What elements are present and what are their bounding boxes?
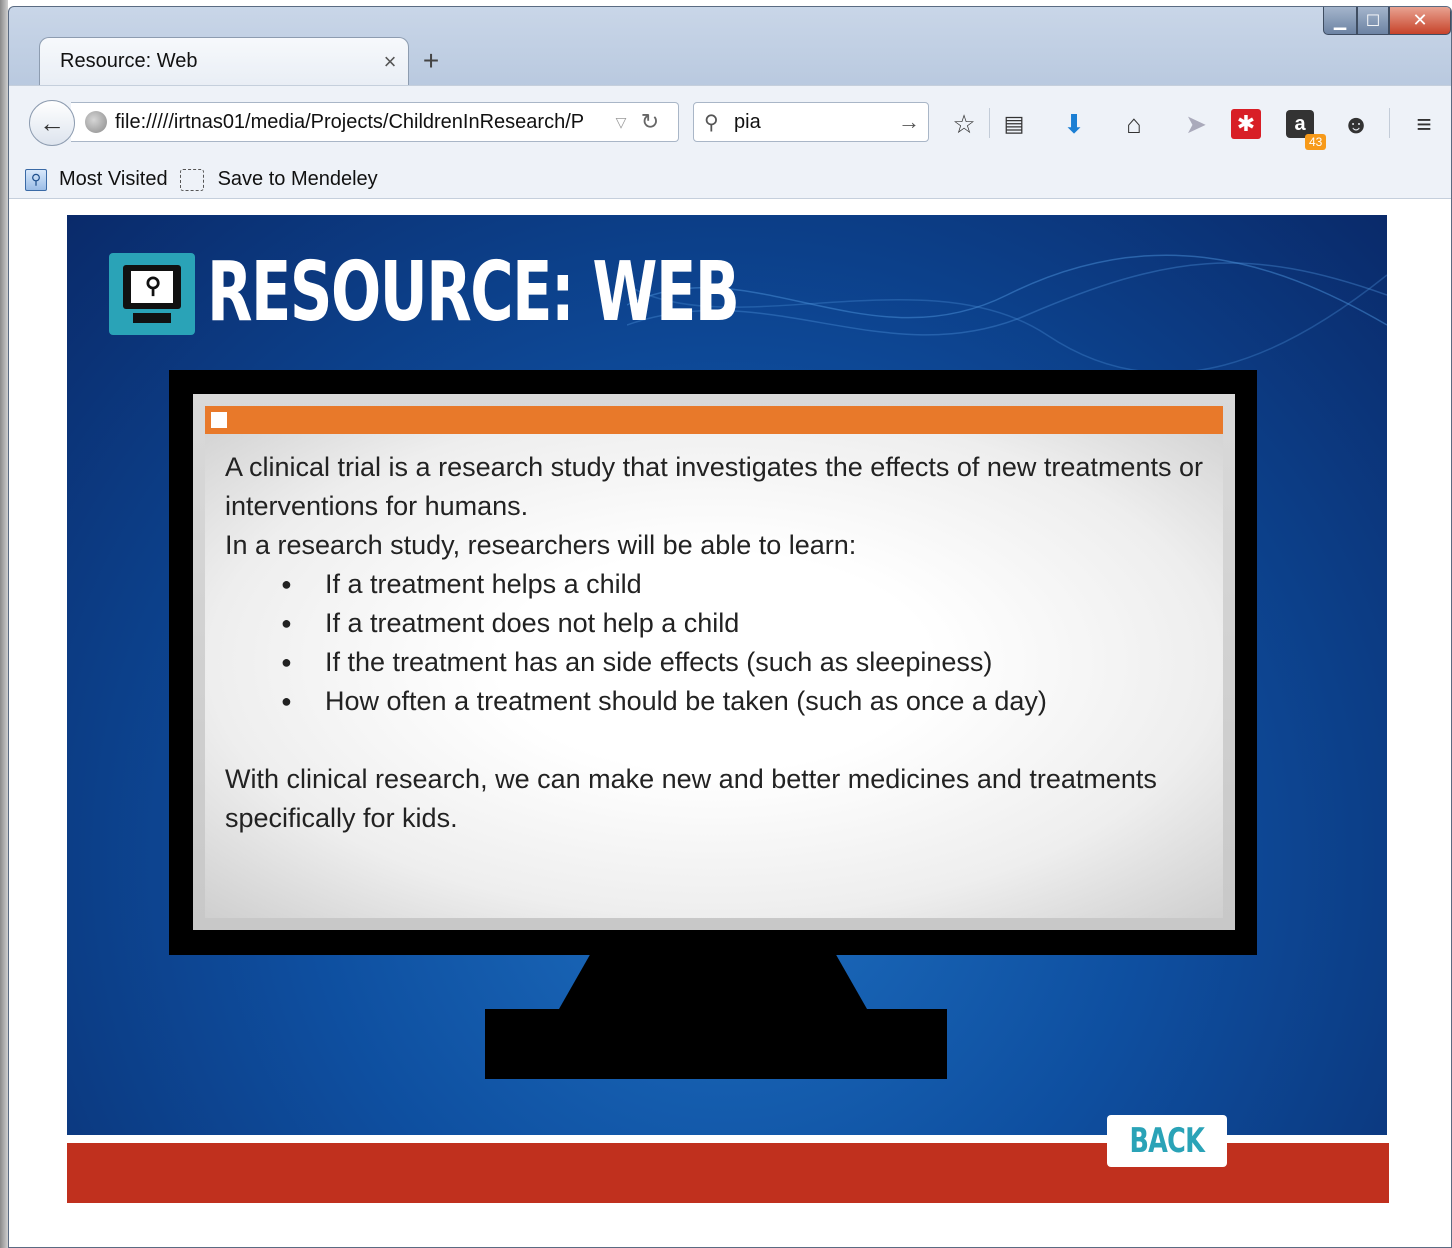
- search-input[interactable]: [734, 110, 894, 134]
- bookmark-icon: ⚲: [25, 168, 47, 191]
- back-button-label: BACK: [1129, 1121, 1205, 1161]
- url-bar[interactable]: file://///irtnas01/media/Projects/Childr…: [71, 102, 679, 142]
- bookmark-save-to-mendeley[interactable]: Save to Mendeley: [218, 168, 378, 191]
- list-item: If a treatment does not help a child: [281, 604, 1203, 643]
- monitor-neck: [559, 955, 867, 1009]
- addon-red-icon[interactable]: ✱: [1229, 108, 1263, 140]
- bookmark-most-visited[interactable]: Most Visited: [59, 168, 168, 191]
- monitor-screen: A clinical trial is a research study tha…: [193, 394, 1235, 930]
- reload-icon[interactable]: ↻: [635, 109, 665, 135]
- list-item: If the treatment has an side effects (su…: [281, 643, 1203, 682]
- new-tab-button[interactable]: +: [417, 45, 445, 77]
- learn-list: If a treatment helps a child If a treatm…: [225, 565, 1203, 721]
- go-arrow-icon[interactable]: →: [894, 109, 924, 135]
- monitor-base: [485, 1009, 947, 1079]
- minimize-button[interactable]: ▁: [1323, 7, 1357, 35]
- monitor-search-icon: ⚲: [109, 253, 195, 335]
- reading-list-icon[interactable]: ▤: [997, 108, 1031, 140]
- menu-icon[interactable]: ≡: [1407, 108, 1441, 140]
- browser-window: ▁ ☐ ✕ Resource: Web × + file://///irtnas…: [8, 6, 1452, 1248]
- bookmarks-toolbar: ⚲ Most Visited Save to Mendeley: [9, 161, 1451, 199]
- paragraph-intro: A clinical trial is a research study tha…: [225, 452, 1203, 521]
- amazon-badge: 43: [1305, 134, 1327, 150]
- globe-icon: [85, 111, 107, 133]
- screen-text: A clinical trial is a research study tha…: [225, 448, 1203, 838]
- search-bar[interactable]: ⚲ →: [693, 102, 929, 142]
- chat-icon[interactable]: ☻: [1339, 108, 1373, 140]
- decorative-waves: [627, 254, 1387, 374]
- list-item: If a treatment helps a child: [281, 565, 1203, 604]
- search-icon: ⚲: [704, 111, 719, 134]
- download-icon[interactable]: ⬇: [1057, 108, 1091, 140]
- paragraph-learn: In a research study, researchers will be…: [225, 530, 857, 560]
- close-window-button[interactable]: ✕: [1389, 7, 1451, 35]
- dropdown-icon[interactable]: ▽: [607, 114, 635, 131]
- page-viewport: ⚲ RESOURCE: WEB A clinical trial is a re…: [9, 199, 1451, 1247]
- paragraph-conclusion: With clinical research, we can make new …: [225, 764, 1157, 833]
- toolbar-divider-2: [1389, 108, 1390, 138]
- tab-close-icon[interactable]: ×: [372, 49, 408, 75]
- browser-tab[interactable]: Resource: Web ×: [39, 37, 409, 85]
- placeholder-icon: [179, 168, 204, 191]
- screen-header-bar: [205, 406, 1223, 434]
- url-text[interactable]: file://///irtnas01/media/Projects/Childr…: [115, 111, 607, 134]
- monitor-frame: A clinical trial is a research study tha…: [169, 370, 1257, 955]
- back-arrow-icon[interactable]: ←: [29, 100, 75, 146]
- slide-title: RESOURCE: WEB: [207, 245, 740, 340]
- star-icon[interactable]: ☆: [947, 108, 981, 140]
- send-icon[interactable]: ➤: [1179, 108, 1213, 140]
- navigation-toolbar: file://///irtnas01/media/Projects/Childr…: [9, 85, 1451, 161]
- window-square-icon: [211, 412, 227, 428]
- back-button[interactable]: BACK: [1107, 1115, 1227, 1167]
- maximize-button[interactable]: ☐: [1357, 7, 1389, 35]
- toolbar-divider: [989, 108, 990, 138]
- list-item: How often a treatment should be taken (s…: [281, 682, 1203, 721]
- tab-title: Resource: Web: [60, 50, 198, 72]
- screen-content: A clinical trial is a research study tha…: [205, 406, 1223, 918]
- window-controls: ▁ ☐ ✕: [1323, 7, 1451, 37]
- home-icon[interactable]: ⌂: [1117, 108, 1151, 140]
- desktop-edge: [0, 0, 8, 1248]
- slide: ⚲ RESOURCE: WEB A clinical trial is a re…: [67, 215, 1387, 1135]
